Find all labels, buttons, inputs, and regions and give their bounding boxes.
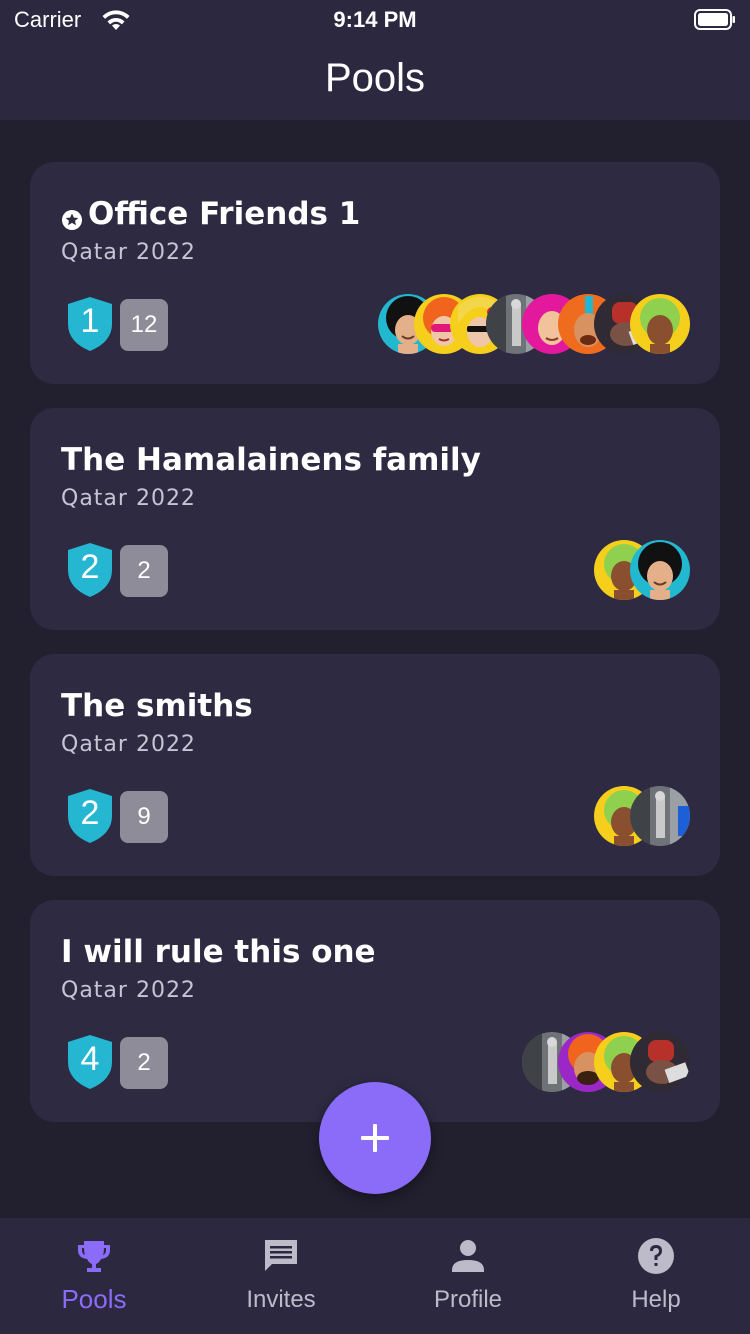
rank-shield-icon: 2 xyxy=(66,542,114,598)
message-icon xyxy=(265,1240,297,1271)
tab-label: Invites xyxy=(246,1286,316,1313)
pool-title: Office Friends 1 xyxy=(61,196,360,232)
person-icon xyxy=(452,1240,484,1272)
pool-title-text: The Hamalainens family xyxy=(61,442,481,478)
pool-card[interactable]: The Hamalainens family Qatar 2022 2 2 xyxy=(30,408,720,630)
pool-competition: Qatar 2022 xyxy=(61,240,196,265)
rank-shield-icon: 1 xyxy=(66,296,114,352)
rank-value: 2 xyxy=(80,794,100,832)
pool-competition: Qatar 2022 xyxy=(61,486,196,511)
pool-card[interactable]: The smiths Qatar 2022 2 9 xyxy=(30,654,720,876)
favorite-star-icon xyxy=(61,203,83,230)
member-count-badge: 2 xyxy=(120,1037,168,1089)
avatar xyxy=(630,540,690,600)
member-avatars xyxy=(618,786,690,846)
status-bar: Carrier 9:14 PM xyxy=(0,0,750,40)
battery-icon xyxy=(694,9,736,30)
bottom-tab-bar: Pools Invites Profile Help xyxy=(0,1218,750,1334)
help-icon xyxy=(638,1238,674,1274)
tab-pools[interactable]: Pools xyxy=(0,1218,188,1334)
tab-help[interactable]: Help xyxy=(562,1218,750,1334)
avatar xyxy=(630,786,690,846)
pool-title: I will rule this one xyxy=(61,934,376,970)
member-avatars xyxy=(546,1032,690,1092)
member-count-badge: 12 xyxy=(120,299,168,351)
pool-title-text: The smiths xyxy=(61,688,253,724)
pool-title: The Hamalainens family xyxy=(61,442,481,478)
rank-shield-icon: 2 xyxy=(66,788,114,844)
pool-title: The smiths xyxy=(61,688,253,724)
rank-value: 2 xyxy=(80,548,100,586)
clock: 9:14 PM xyxy=(333,7,417,32)
tab-invites[interactable]: Invites xyxy=(187,1218,375,1334)
member-avatars xyxy=(618,540,690,600)
rank-shield-icon: 4 xyxy=(66,1034,114,1090)
tab-profile[interactable]: Profile xyxy=(374,1218,562,1334)
pool-card[interactable]: Office Friends 1 Qatar 2022 1 12 xyxy=(30,162,720,384)
pool-title-text: I will rule this one xyxy=(61,934,376,970)
avatar xyxy=(630,1032,690,1092)
app-header: Pools xyxy=(0,40,750,120)
member-count-badge: 9 xyxy=(120,791,168,843)
rank-value: 1 xyxy=(80,302,100,340)
avatar xyxy=(630,294,690,354)
pool-competition: Qatar 2022 xyxy=(61,732,196,757)
plus-icon xyxy=(361,1124,389,1152)
pool-title-text: Office Friends 1 xyxy=(88,196,361,232)
page-title: Pools xyxy=(324,56,426,100)
tab-label: Help xyxy=(631,1286,681,1313)
trophy-icon xyxy=(78,1241,110,1272)
pool-competition: Qatar 2022 xyxy=(61,978,196,1003)
tab-label: Profile xyxy=(433,1286,503,1313)
rank-value: 4 xyxy=(80,1040,100,1078)
tab-label: Pools xyxy=(61,1284,127,1314)
member-count-badge: 2 xyxy=(120,545,168,597)
member-avatars xyxy=(402,294,690,354)
add-pool-button[interactable] xyxy=(319,1082,431,1194)
